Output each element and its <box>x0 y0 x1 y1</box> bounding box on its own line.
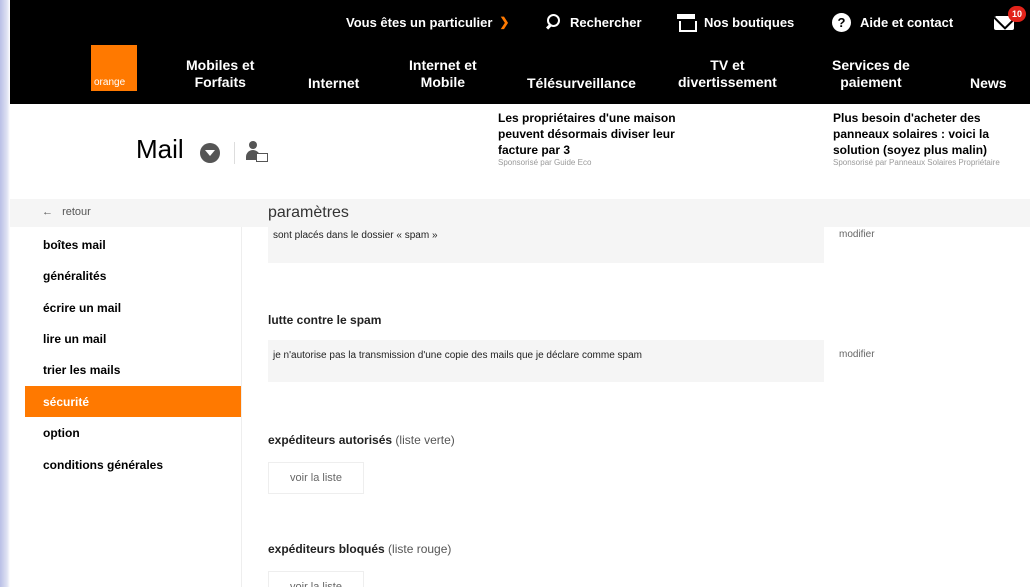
sidebar-item-label: généralités <box>43 268 107 283</box>
nav-services-paiement[interactable]: Services de paiement <box>832 57 910 91</box>
shop-icon <box>677 13 697 32</box>
shops-link[interactable]: Nos boutiques <box>677 0 794 44</box>
mail-icon: 10 <box>994 6 1026 30</box>
blocked-senders-sub: (liste rouge) <box>388 542 452 556</box>
help-icon: ? <box>832 12 851 32</box>
nav-tv-line2: divertissement <box>678 74 777 90</box>
page: Vous êtes un particulier ❯ Rechercher No… <box>10 0 1030 587</box>
allowed-senders-label: expéditeurs autorisés <box>268 433 393 447</box>
search-button[interactable]: Rechercher <box>545 0 642 44</box>
arrow-left-icon: ← <box>42 206 53 218</box>
back-label: retour <box>62 206 91 218</box>
spam-section-title: lutte contre le spam <box>268 313 382 327</box>
nav-services-line1: Services de <box>832 57 910 73</box>
spam-folder-text: sont placés dans le dossier « spam » <box>273 230 438 241</box>
modify-spam-report-link[interactable]: modifier <box>839 349 875 360</box>
spam-report-text: je n'autorise pas la transmission d'une … <box>273 350 643 361</box>
main-navigation: orange Mobiles et Forfaits Internet Inte… <box>10 44 1030 104</box>
nav-tv-divertissement[interactable]: TV et divertissement <box>678 57 777 91</box>
ad-2-sponsor: Sponsorisé par Panneaux Solaires Proprié… <box>833 158 1000 167</box>
sidebar-item-conditions[interactable]: conditions générales <box>25 449 241 480</box>
sidebar-item-label: option <box>43 425 80 440</box>
nav-internet-mobile-line2: Mobile <box>420 74 466 90</box>
allowed-senders-sub: (liste verte) <box>395 433 455 447</box>
help-label: Aide et contact <box>860 14 954 30</box>
nav-news[interactable]: News <box>970 75 1007 92</box>
screen-edge <box>0 0 10 587</box>
nav-mobiles-forfaits[interactable]: Mobiles et Forfaits <box>186 57 254 91</box>
ad-1-sponsor: Sponsorisé par Guide Eco <box>498 158 592 167</box>
nav-internet-mobile-line1: Internet et <box>409 57 477 73</box>
sidebar-item-label: conditions générales <box>43 457 164 472</box>
sidebar-item-option[interactable]: option <box>25 417 241 448</box>
sidebar-item-ecrire[interactable]: écrire un mail <box>25 292 241 323</box>
sidebar-item-label: sécurité <box>43 394 90 409</box>
settings-sidebar: boîtes mail généralités écrire un mail l… <box>25 227 241 587</box>
blocked-senders-title: expéditeurs bloqués (liste rouge) <box>268 542 451 556</box>
chevron-down-icon: ❯ <box>499 15 510 29</box>
nav-internet[interactable]: Internet <box>308 75 359 92</box>
header-divider <box>234 142 235 164</box>
sidebar-item-trier[interactable]: trier les mails <box>25 354 241 385</box>
view-allowed-list-button[interactable]: voir la liste <box>268 462 364 494</box>
sidebar-item-securite[interactable]: sécurité <box>25 386 241 417</box>
orange-logo[interactable]: orange <box>91 45 137 91</box>
sidebar-item-label: écrire un mail <box>43 300 122 315</box>
sidebar-item-label: lire un mail <box>43 331 107 346</box>
mail-count-badge: 10 <box>1008 6 1026 22</box>
nav-news-label: News <box>970 75 1007 91</box>
allowed-senders-title: expéditeurs autorisés (liste verte) <box>268 433 455 447</box>
search-icon <box>545 14 561 30</box>
view-blocked-list-button[interactable]: voir la liste <box>268 571 364 587</box>
search-label: Rechercher <box>570 14 642 30</box>
nav-telesurveillance-label: Télésurveillance <box>527 75 636 91</box>
particulier-label: Vous êtes un particulier <box>346 14 493 30</box>
page-title: paramètres <box>268 204 349 221</box>
mail-notification-button[interactable]: 10 <box>994 0 1026 44</box>
particulier-selector[interactable]: Vous êtes un particulier ❯ <box>346 0 509 44</box>
sidebar-item-generalites[interactable]: généralités <box>25 260 241 291</box>
modify-spam-folder-link[interactable]: modifier <box>839 229 875 240</box>
contacts-icon[interactable] <box>246 140 270 166</box>
nav-services-line2: paiement <box>840 74 902 90</box>
settings-header-band <box>10 199 1030 227</box>
back-link[interactable]: ← retour <box>42 206 91 218</box>
ad-1-title: Les propriétaires d'une maison peuvent d… <box>498 111 676 157</box>
shops-label: Nos boutiques <box>704 14 795 30</box>
nav-mobiles-line1: Mobiles et <box>186 57 255 73</box>
mail-title: Mail <box>136 134 184 164</box>
sidebar-item-lire[interactable]: lire un mail <box>25 323 241 354</box>
top-utility-bar: Vous êtes un particulier ❯ Rechercher No… <box>10 0 1030 44</box>
sidebar-item-boites-mail[interactable]: boîtes mail <box>25 229 241 260</box>
spam-report-row <box>268 340 824 382</box>
blocked-senders-label: expéditeurs bloqués <box>268 542 385 556</box>
sidebar-item-label: trier les mails <box>43 362 121 377</box>
nav-mobiles-line2: Forfaits <box>194 74 246 90</box>
nav-tv-line1: TV et <box>710 57 745 73</box>
sponsored-ad-2[interactable]: Plus besoin d'acheter des panneaux solai… <box>833 110 1030 168</box>
mail-menu-dropdown-icon[interactable] <box>200 143 220 163</box>
ad-2-title: Plus besoin d'acheter des panneaux solai… <box>833 111 990 157</box>
nav-internet-mobile[interactable]: Internet et Mobile <box>409 57 477 91</box>
sidebar-divider <box>241 227 242 587</box>
nav-telesurveillance[interactable]: Télésurveillance <box>527 75 636 92</box>
sidebar-item-label: boîtes mail <box>43 237 106 252</box>
sponsored-ad-1[interactable]: Les propriétaires d'une maison peuvent d… <box>498 110 703 168</box>
logo-text: orange <box>94 77 126 88</box>
nav-internet-label: Internet <box>308 75 360 91</box>
help-link[interactable]: ? Aide et contact <box>832 0 953 44</box>
